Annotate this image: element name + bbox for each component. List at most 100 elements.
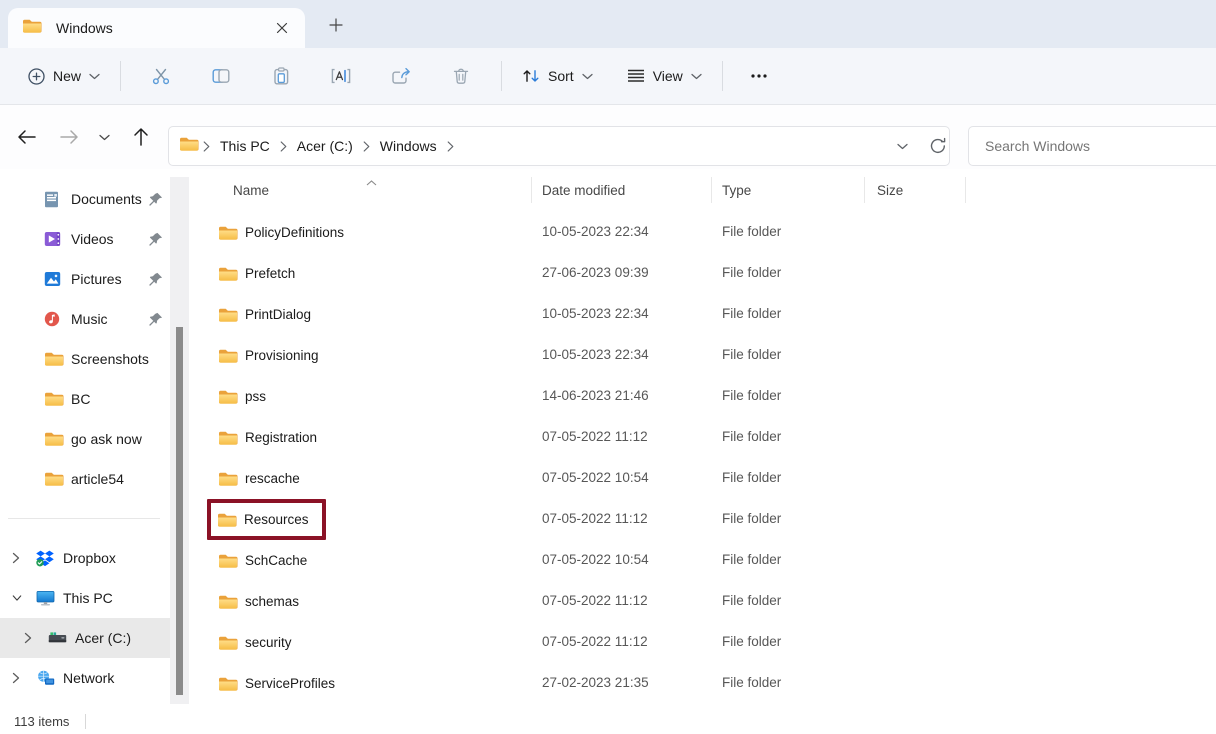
sidebar-item-network[interactable]: Network [0, 658, 170, 698]
sort-button[interactable]: Sort [512, 60, 603, 92]
chevron-down-icon[interactable] [12, 594, 22, 602]
file-date-modified: 27-06-2023 09:39 [542, 265, 649, 280]
toolbar-divider [722, 61, 723, 91]
file-row-registration[interactable]: Registration07-05-2022 11:12File folder [196, 417, 1216, 458]
column-header-name[interactable]: Name [233, 183, 269, 198]
view-icon [627, 69, 645, 83]
tab-windows[interactable]: Windows [8, 8, 305, 48]
file-row-printdialog[interactable]: PrintDialog10-05-2023 22:34File folder [196, 294, 1216, 335]
file-date-modified: 14-06-2023 21:46 [542, 388, 649, 403]
sidebar-item-label: BC [71, 391, 90, 407]
search-input[interactable] [983, 137, 1216, 155]
annotation-highlight-box: Resources [207, 499, 326, 540]
sidebar-item-label: This PC [63, 590, 113, 606]
documents-icon [44, 190, 64, 208]
sidebar-item-documents[interactable]: Documents [0, 179, 170, 219]
address-bar[interactable]: This PC Acer (C:) Windows [168, 126, 950, 166]
back-button[interactable] [8, 118, 46, 156]
file-name-cell: Registration [210, 417, 325, 458]
sidebar-scrollbar-track[interactable] [170, 177, 189, 704]
file-row-prefetch[interactable]: Prefetch27-06-2023 09:39File folder [196, 253, 1216, 294]
close-tab-button[interactable] [269, 15, 295, 41]
copy-button[interactable] [199, 57, 243, 95]
sidebar-scrollbar-thumb[interactable] [176, 327, 183, 695]
breadcrumb-item-this-pc[interactable]: This PC [214, 134, 276, 158]
sidebar-item-this-pc[interactable]: This PC [0, 578, 170, 618]
refresh-button[interactable] [921, 127, 955, 165]
chevron-right-icon[interactable] [24, 632, 34, 644]
up-button[interactable] [122, 118, 160, 156]
column-header-type[interactable]: Type [722, 183, 751, 198]
file-row-provisioning[interactable]: Provisioning10-05-2023 22:34File folder [196, 335, 1216, 376]
column-header-size[interactable]: Size [877, 183, 903, 198]
sidebar-item-article54[interactable]: article54 [0, 459, 170, 499]
recent-locations-button[interactable] [90, 118, 118, 156]
folder-icon [218, 635, 238, 651]
breadcrumb-chevron-icon[interactable] [359, 141, 374, 152]
paste-button[interactable] [259, 57, 303, 95]
folder-icon [44, 350, 64, 368]
column-divider[interactable] [711, 177, 712, 203]
file-name: Prefetch [245, 266, 295, 281]
sidebar-item-label: Dropbox [63, 550, 116, 566]
search-box[interactable] [968, 126, 1216, 166]
tab-bar: Windows [0, 0, 1216, 48]
rename-button[interactable] [319, 57, 363, 95]
delete-button[interactable] [439, 57, 483, 95]
sidebar-item-bc[interactable]: BC [0, 379, 170, 419]
breadcrumb-item-acer-c[interactable]: Acer (C:) [291, 134, 359, 158]
sidebar-item-go-ask-now[interactable]: go ask now [0, 419, 170, 459]
breadcrumb-chevron-icon[interactable] [276, 141, 291, 152]
see-more-button[interactable] [739, 57, 779, 95]
file-row-schemas[interactable]: schemas07-05-2022 11:12File folder [196, 581, 1216, 622]
file-name-cell: PolicyDefinitions [210, 212, 352, 253]
folder-icon [218, 389, 238, 405]
file-row-pss[interactable]: pss14-06-2023 21:46File folder [196, 376, 1216, 417]
breadcrumb-item-windows[interactable]: Windows [374, 134, 443, 158]
file-row-schcache[interactable]: SchCache07-05-2022 10:54File folder [196, 540, 1216, 581]
forward-button[interactable] [50, 118, 88, 156]
item-count-label: 113 items [14, 714, 69, 729]
file-row-serviceprofiles[interactable]: ServiceProfiles27-02-2023 21:35File fold… [196, 663, 1216, 704]
file-name: Provisioning [245, 348, 319, 363]
file-rows: PolicyDefinitions10-05-2023 22:34File fo… [196, 212, 1216, 704]
file-type: File folder [722, 675, 781, 690]
sidebar-item-label: article54 [71, 471, 124, 487]
sidebar-item-music[interactable]: Music [0, 299, 170, 339]
file-name: rescache [245, 471, 300, 486]
breadcrumb: This PC Acer (C:) Windows [199, 134, 458, 158]
file-row-rescache[interactable]: rescache07-05-2022 10:54File folder [196, 458, 1216, 499]
share-button[interactable] [379, 57, 423, 95]
new-tab-button[interactable] [322, 12, 350, 38]
sidebar-item-videos[interactable]: Videos [0, 219, 170, 259]
column-divider[interactable] [864, 177, 865, 203]
column-divider[interactable] [531, 177, 532, 203]
file-row-policydefinitions[interactable]: PolicyDefinitions10-05-2023 22:34File fo… [196, 212, 1216, 253]
file-name-cell: SchCache [210, 540, 315, 581]
cut-button[interactable] [139, 57, 183, 95]
file-name: SchCache [245, 553, 307, 568]
chevron-right-icon[interactable] [12, 672, 22, 684]
dropbox-icon [36, 549, 56, 567]
sidebar-item-acer-c[interactable]: Acer (C:) [0, 618, 170, 658]
file-row-security[interactable]: security07-05-2022 11:12File folder [196, 622, 1216, 663]
breadcrumb-chevron-icon[interactable] [443, 141, 458, 152]
view-button[interactable]: View [617, 60, 712, 92]
sidebar-item-label: Pictures [71, 271, 122, 287]
chevron-right-icon[interactable] [12, 552, 22, 564]
column-divider[interactable] [965, 177, 966, 203]
new-button[interactable]: New [18, 60, 110, 93]
sidebar-item-screenshots[interactable]: Screenshots [0, 339, 170, 379]
file-row-resources[interactable]: Resources07-05-2022 11:12File folder [196, 499, 1216, 540]
pin-icon [149, 312, 163, 326]
sidebar-item-label: Music [71, 311, 108, 327]
file-name-cell: security [210, 622, 300, 663]
file-type: File folder [722, 224, 781, 239]
address-dropdown-button[interactable] [887, 127, 917, 165]
sidebar-item-dropbox[interactable]: Dropbox [0, 538, 170, 578]
breadcrumb-chevron-icon[interactable] [199, 141, 214, 152]
folder-icon [44, 390, 64, 408]
sidebar-divider [8, 518, 160, 519]
column-header-date-modified[interactable]: Date modified [542, 183, 625, 198]
sidebar-item-pictures[interactable]: Pictures [0, 259, 170, 299]
